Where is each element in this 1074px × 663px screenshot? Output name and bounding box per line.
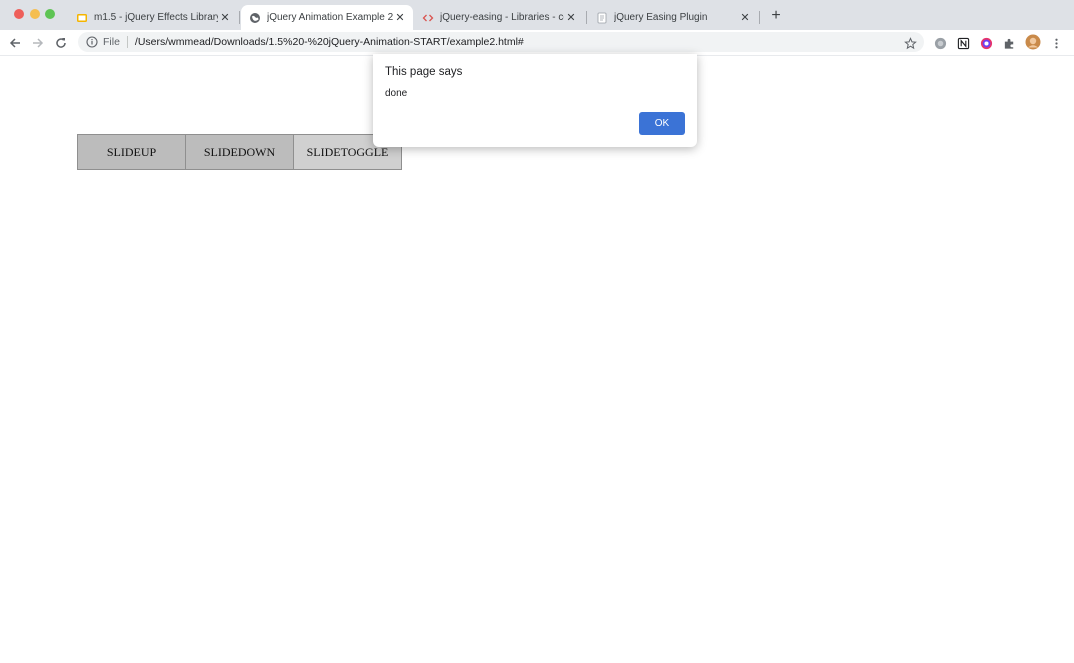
arrow-right-icon [33,38,44,48]
scheme-label: File [103,36,120,48]
close-icon[interactable]: ✕ [564,11,578,24]
alert-dialog: This page says done OK [373,54,697,147]
address-bar[interactable]: File /Users/wmmead/Downloads/1.5%20-%20j… [78,32,924,52]
tab-jquery-easing-plugin[interactable]: jQuery Easing Plugin ✕ [588,5,758,30]
reload-button[interactable] [52,34,70,52]
close-icon[interactable]: ✕ [218,11,232,24]
profile-avatar[interactable] [1025,34,1041,50]
ok-button[interactable]: OK [639,112,685,135]
close-icon[interactable]: ✕ [393,11,407,24]
tab-separator [239,11,240,24]
document-icon [596,12,608,24]
button-row: SLIDEUP SLIDEDOWN SLIDETOGGLE [77,134,402,170]
tab-title: jQuery Easing Plugin [614,12,708,23]
toolbar: File /Users/wmmead/Downloads/1.5%20-%20j… [0,30,1074,56]
tab-jquery-effects-library[interactable]: m1.5 - jQuery Effects Library - ✕ [68,5,238,30]
maximize-window-button[interactable] [45,9,55,19]
tab-strip: m1.5 - jQuery Effects Library - ✕ jQuery… [0,0,1074,30]
new-tab-button[interactable]: + [767,7,785,25]
tab-separator [759,11,760,24]
tab-title: jQuery Animation Example 2 [267,12,393,23]
extension-gray-icon[interactable] [933,36,947,50]
menu-kebab-icon[interactable] [1049,36,1063,50]
browser-window: m1.5 - jQuery Effects Library - ✕ jQuery… [0,0,1074,663]
arrow-left-icon [9,38,20,48]
tab-title: jQuery-easing - Libraries - cdnj [440,12,564,23]
tab-jquery-animation-example-2[interactable]: jQuery Animation Example 2 ✕ [241,5,413,30]
forward-button[interactable] [29,34,47,52]
slides-icon [76,12,88,24]
extensions-puzzle-icon[interactable] [1002,36,1016,50]
close-icon[interactable]: ✕ [738,11,752,24]
tab-jquery-easing-libraries[interactable]: jQuery-easing - Libraries - cdnj ✕ [414,5,584,30]
notion-icon[interactable] [956,36,970,50]
globe-icon [249,12,261,24]
tab-title: m1.5 - jQuery Effects Library - [94,12,218,23]
minimize-window-button[interactable] [30,9,40,19]
divider [126,36,128,48]
slidedown-button[interactable]: SLIDEDOWN [185,134,294,170]
close-window-button[interactable] [14,9,24,19]
url-text[interactable]: /Users/wmmead/Downloads/1.5%20-%20jQuery… [135,36,524,48]
bookmark-star-icon[interactable] [903,36,917,50]
slideup-button[interactable]: SLIDEUP [77,134,186,170]
page-content: SLIDEUP SLIDEDOWN SLIDETOGGLE [0,56,1074,663]
reload-icon [56,38,66,48]
info-icon[interactable] [86,36,98,48]
back-button[interactable] [6,34,24,52]
tab-separator [586,11,587,24]
code-icon [422,12,434,24]
dialog-title: This page says [385,66,463,78]
dialog-message: done [385,88,408,99]
color-picker-icon[interactable] [979,36,993,50]
